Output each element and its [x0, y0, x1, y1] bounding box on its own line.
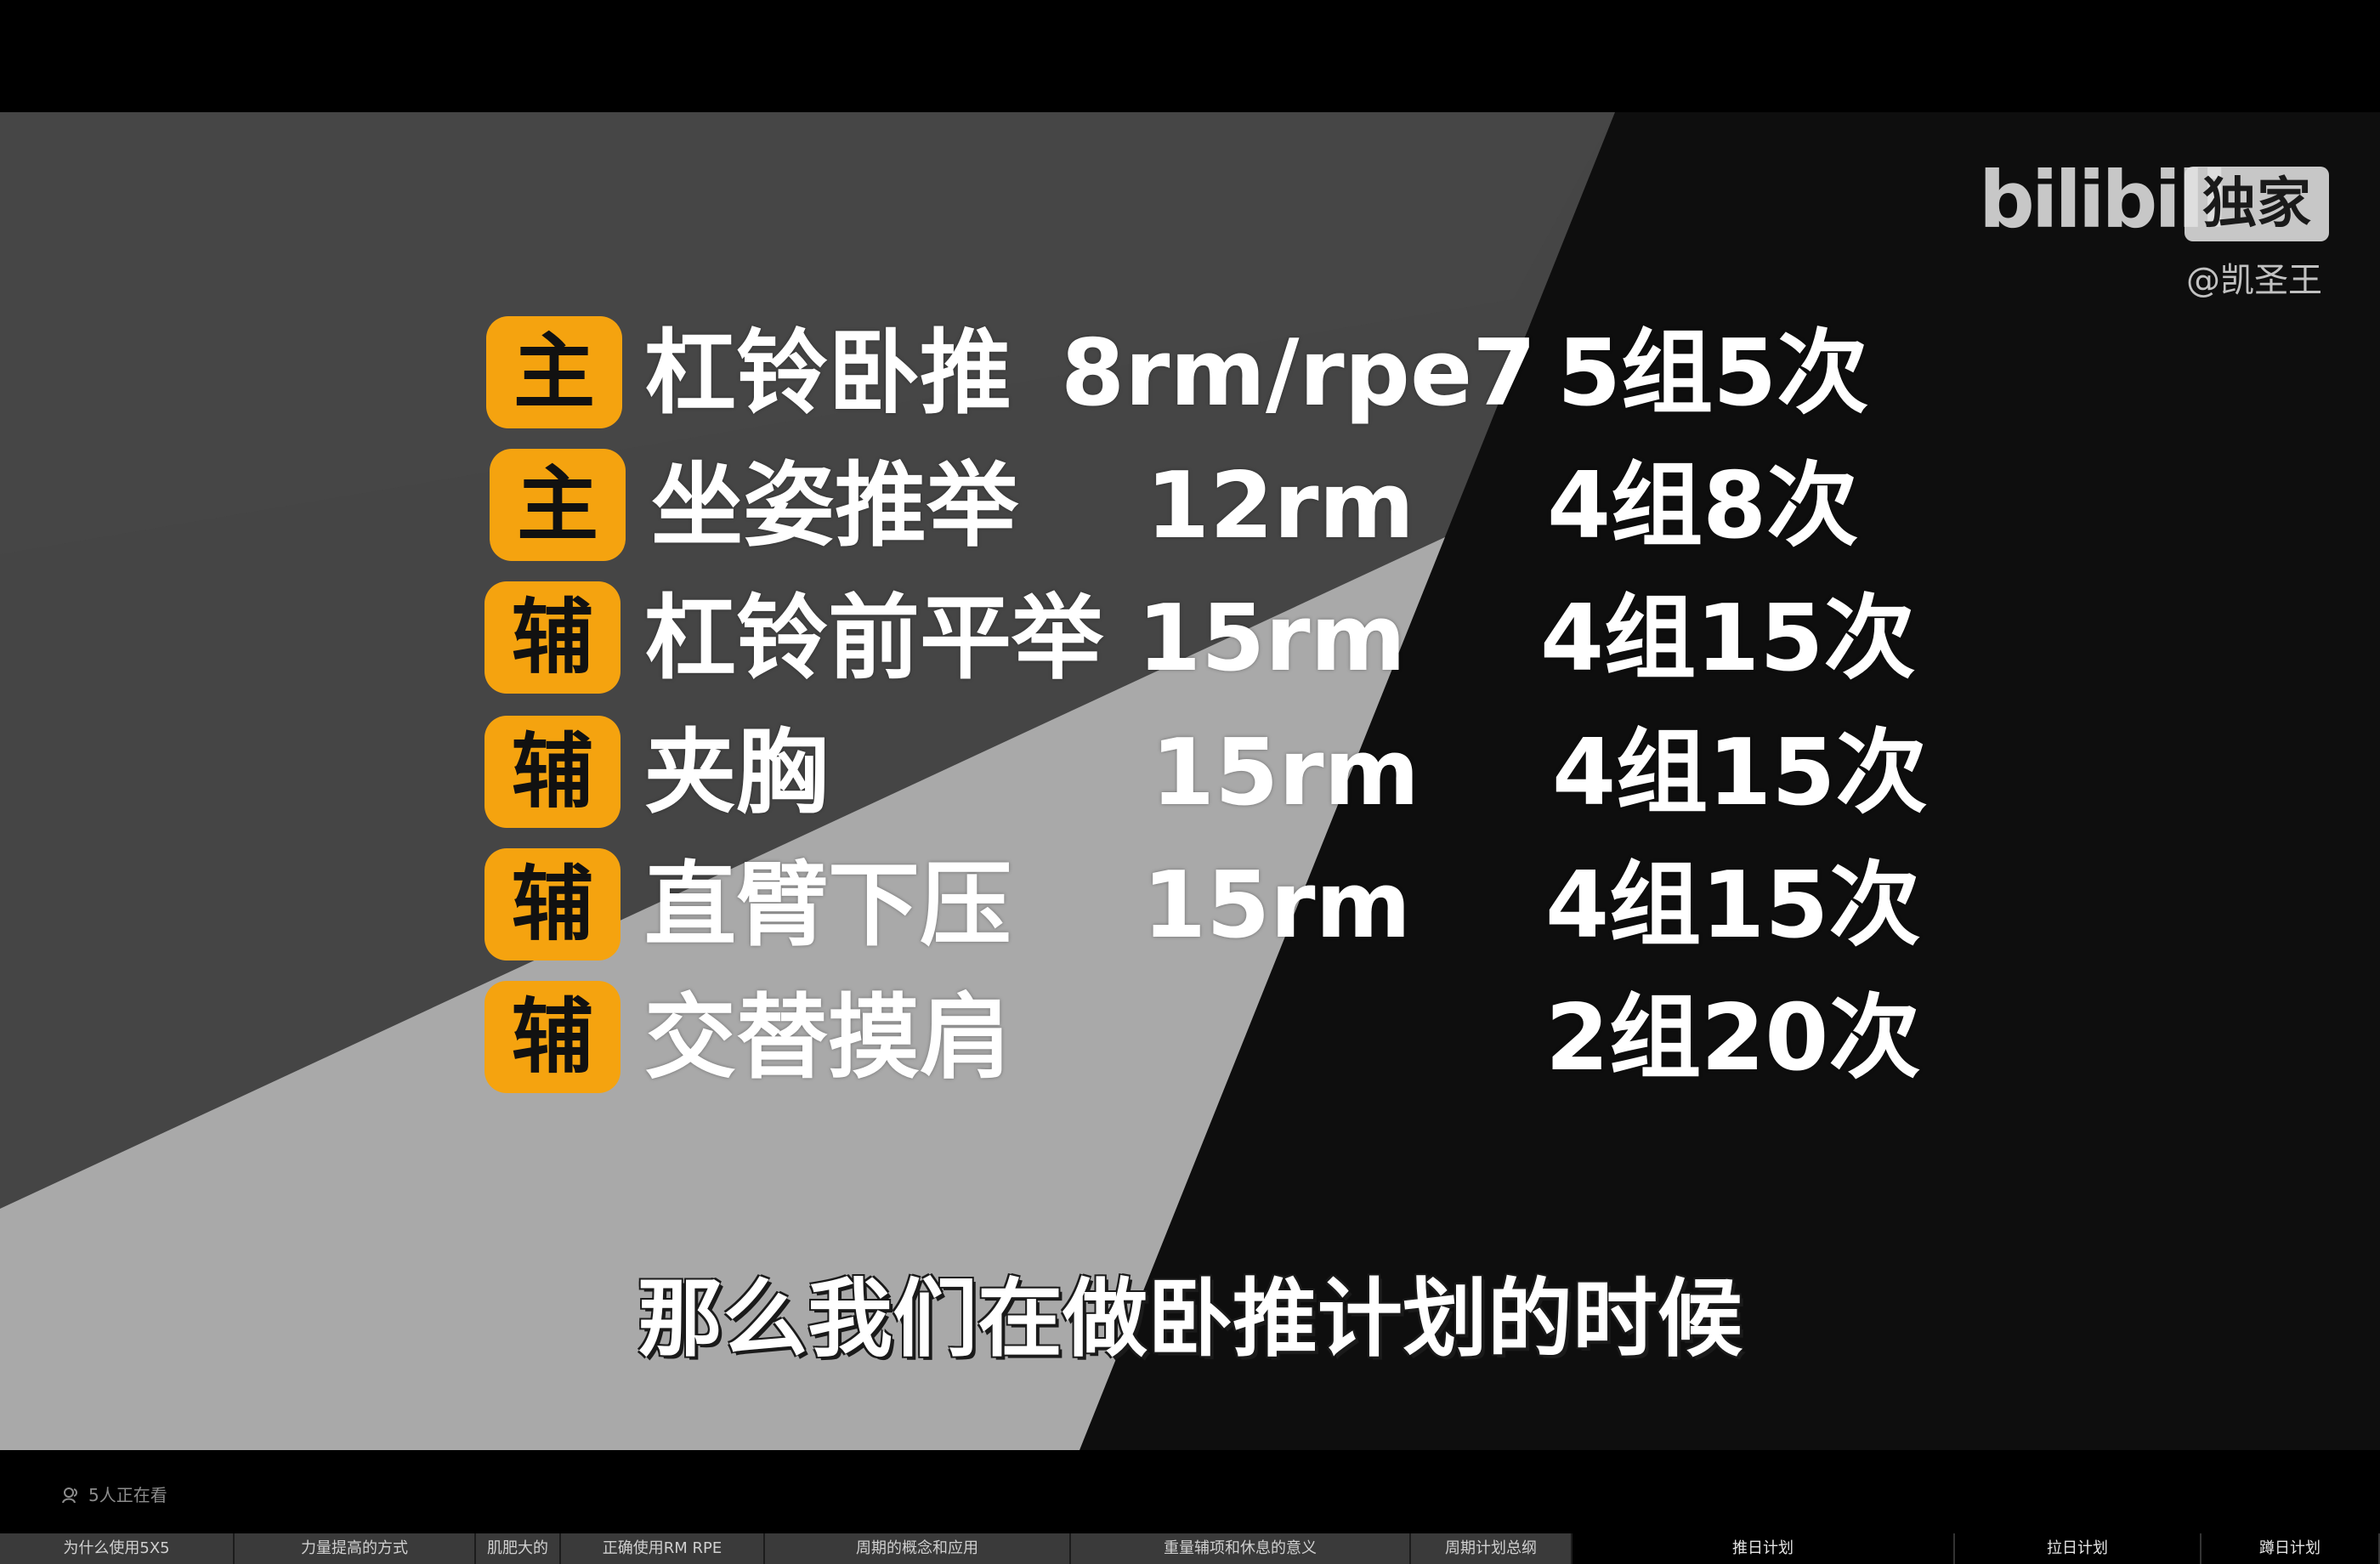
- exercise-sets-reps: 2组20次: [1545, 985, 1921, 1091]
- exercise-intensity: 15rm: [1137, 586, 1407, 692]
- row-tag: 主: [486, 316, 622, 428]
- exercise-sets-reps: 4组8次: [1547, 453, 1859, 559]
- exercise-sets-reps: 5组5次: [1557, 320, 1869, 427]
- subtitle-caption: 那么我们在做卧推计划的时候: [638, 1269, 1742, 1368]
- exercise-sets-reps: 4组15次: [1545, 853, 1921, 959]
- video-frame[interactable]: bilibili 独家 @凯圣王 主 杠铃卧推 8rm/rpe7 5组5次 主 …: [0, 112, 2380, 1450]
- row-tag: 辅: [484, 716, 620, 828]
- exercise-intensity: 15rm: [1142, 853, 1412, 959]
- workout-row: 辅 直臂下压 15rm 4组15次: [0, 848, 2380, 967]
- workout-row: 主 坐姿推举 12rm 4组8次: [0, 449, 2380, 568]
- exercise-name: 坐姿推举: [651, 453, 1019, 559]
- workout-row: 主 杠铃卧推 8rm/rpe7 5组5次: [0, 316, 2380, 435]
- exercise-sets-reps: 4组15次: [1552, 720, 1928, 826]
- chapter-segment[interactable]: 周期计划总纲: [1411, 1533, 1572, 1564]
- exercise-name: 杠铃卧推: [644, 320, 1012, 427]
- chapter-progress-bar[interactable]: 为什么使用5X5 力量提高的方式 肌肥大的 正确使用RM RPE 周期的概念和应…: [0, 1533, 2380, 1564]
- chapter-segment[interactable]: 重量辅项和休息的意义: [1071, 1533, 1411, 1564]
- exclusive-badge: 独家: [2184, 167, 2329, 241]
- video-player[interactable]: bilibili 独家 @凯圣王 主 杠铃卧推 8rm/rpe7 5组5次 主 …: [0, 0, 2380, 1564]
- row-tag: 辅: [484, 981, 620, 1093]
- exercise-name: 杠铃前平举: [644, 586, 1104, 692]
- exercise-sets-reps: 4组15次: [1540, 586, 1916, 692]
- row-tag: 主: [490, 449, 626, 561]
- workout-row: 辅 交替摸肩 2组20次: [0, 981, 2380, 1100]
- chapter-segment[interactable]: 蹲日计划: [2202, 1533, 2380, 1564]
- viewer-count: 5人正在看: [61, 1486, 167, 1504]
- exercise-intensity: 8rm/rpe7: [1061, 320, 1537, 427]
- exercise-name: 夹胸: [644, 720, 829, 826]
- exercise-name: 直臂下压: [644, 853, 1012, 959]
- workout-row: 辅 杠铃前平举 15rm 4组15次: [0, 581, 2380, 700]
- viewers-icon: [61, 1486, 80, 1504]
- chapter-segment[interactable]: 肌肥大的: [476, 1533, 561, 1564]
- row-tag: 辅: [484, 581, 620, 694]
- exercise-intensity: 12rm: [1146, 453, 1415, 559]
- chapter-segment[interactable]: 推日计划: [1572, 1533, 1955, 1564]
- chapter-segment[interactable]: 为什么使用5X5: [0, 1533, 235, 1564]
- chapter-segment[interactable]: 力量提高的方式: [235, 1533, 476, 1564]
- exercise-intensity: 15rm: [1151, 720, 1420, 826]
- author-watermark: @凯圣王: [2186, 261, 2322, 300]
- viewer-count-label: 5人正在看: [88, 1485, 167, 1505]
- row-tag: 辅: [484, 848, 620, 960]
- chapter-segment[interactable]: 正确使用RM RPE: [561, 1533, 765, 1564]
- exercise-name: 交替摸肩: [644, 985, 1012, 1091]
- workout-row: 辅 夹胸 15rm 4组15次: [0, 716, 2380, 835]
- chapter-segment[interactable]: 周期的概念和应用: [765, 1533, 1071, 1564]
- chapter-segment[interactable]: 拉日计划: [1955, 1533, 2202, 1564]
